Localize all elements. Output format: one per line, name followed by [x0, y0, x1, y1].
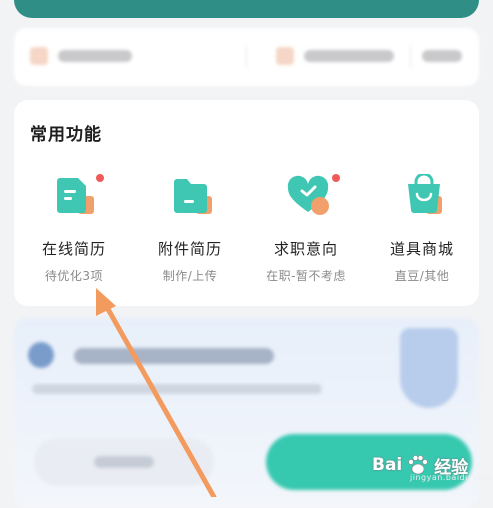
annotation-arrow [96, 288, 217, 497]
baidu-watermark: Bai 经验 jingyan.baidu.com [372, 443, 492, 487]
watermark-text: Bai [372, 455, 403, 475]
watermark-url: jingyan.baidu.com [410, 473, 493, 482]
